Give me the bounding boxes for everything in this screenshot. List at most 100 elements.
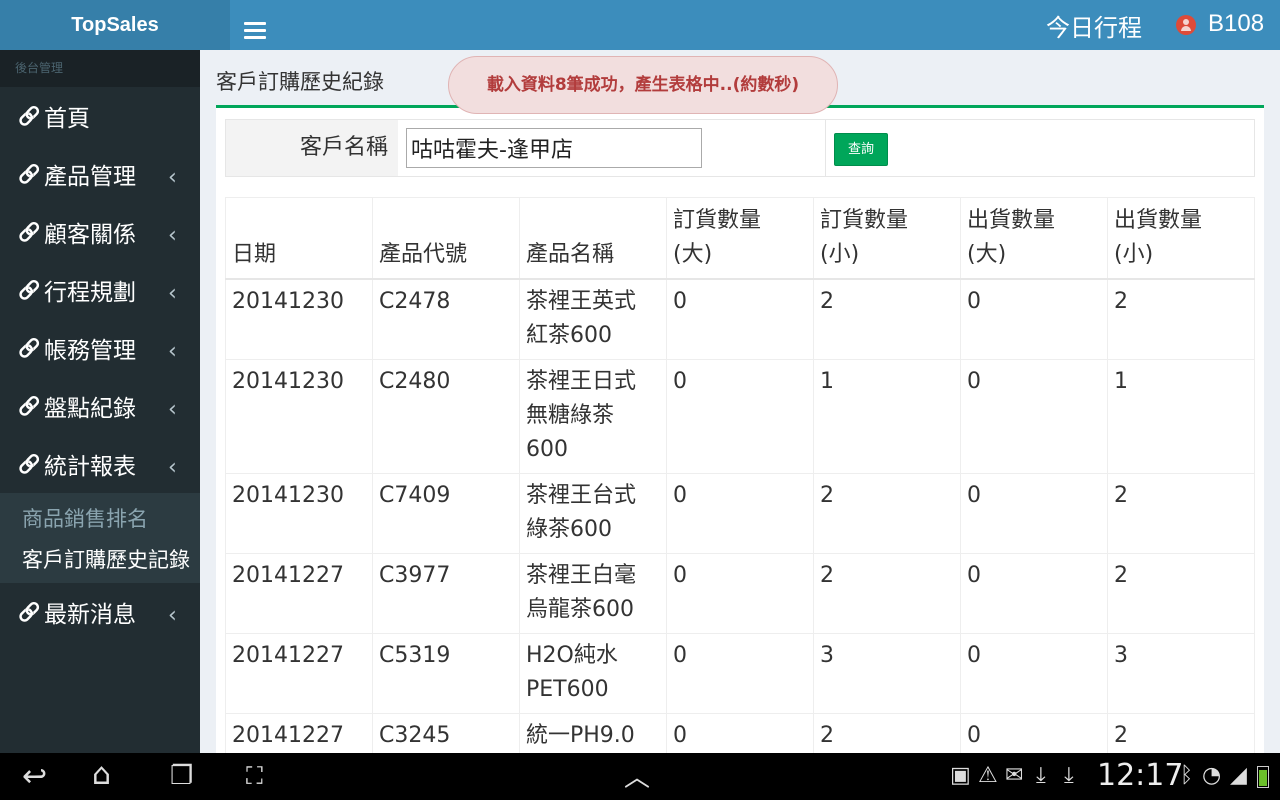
product-name-line: 無糖綠茶 [526,403,615,428]
date-cell: 20141230 [225,473,373,554]
ship-qty-small-cell: 2 [1107,553,1255,634]
sidebar-item-4[interactable]: 🔗 帳務管理 ‹ [0,319,200,377]
back-icon[interactable]: ↩ [22,759,47,794]
warning-icon: ⚠ [978,763,998,788]
product-name-line: 茶裡王英式 [526,289,637,314]
table-row[interactable]: 20141230 C7409 茶裡王台式 綠茶600 0 2 0 2 [225,473,1255,554]
chevron-left-icon: ‹ [168,165,177,190]
chevron-left-icon: ‹ [168,339,177,364]
sidebar-item-label: 統計報表 [44,454,136,480]
product-name-line: 統一PH9.0 [526,723,635,748]
product-code-cell: C2480 [372,359,520,474]
screenshot-icon[interactable]: ⛶ [246,762,263,790]
product-name-line: 烏龍茶600 [526,597,634,622]
report-submenu: 商品銷售排名 客戶訂購歷史記錄 [0,493,200,583]
column-header-line: (大) [673,242,713,267]
sidebar-item-label: 產品管理 [44,164,136,190]
column-header: 產品名稱 [519,197,667,280]
bluetooth-icon: ᛒ [1180,763,1194,788]
table-row[interactable]: 20141227 C3977 茶裡王白毫 烏龍茶600 0 2 0 2 [225,553,1255,634]
today-schedule-link[interactable]: 今日行程 [1046,8,1142,43]
clock: 12:17 [1097,758,1184,793]
submenu-item-0[interactable]: 商品銷售排名 [0,499,200,540]
customer-name-cell [398,120,826,176]
top-bar: TopSales 今日行程 B108 [0,0,1280,50]
product-name-cell: 茶裡王台式綠茶600 [519,473,667,554]
product-name-line: 綠茶600 [526,517,612,542]
column-header-line: 產品代號 [379,242,468,267]
link-icon: 🔗 [18,163,41,185]
ship-qty-small-cell: 2 [1107,473,1255,554]
wifi-icon: ◔ [1202,763,1222,788]
query-button[interactable]: 查詢 [834,133,888,166]
chevron-left-icon: ‹ [168,397,177,422]
table-row[interactable]: 20141230 C2480 茶裡王日式 無糖綠茶 600 0 1 0 1 [225,359,1255,474]
chevron-left-icon: ‹ [168,223,177,248]
column-header: 訂貨數量 (大) [666,197,814,280]
submenu-item-1[interactable]: 客戶訂購歷史記錄 [0,540,200,581]
product-name-cell: 茶裡王英式紅茶600 [519,278,667,360]
order-qty-small-cell: 2 [813,278,961,360]
order-qty-large-cell: 0 [666,278,814,360]
column-header-line: (小) [1114,242,1154,267]
product-name-line: H2O純水 [526,643,618,668]
ship-qty-large-cell: 0 [960,633,1108,714]
column-header-line: (大) [967,242,1007,267]
product-name-line: 紅茶600 [526,323,612,348]
customer-name-input[interactable] [406,128,702,168]
column-header-line: 出貨數量 [1114,208,1203,233]
order-qty-small-cell: 2 [813,473,961,554]
search-form: 客戶名稱 查詢 [225,119,1255,177]
table-row[interactable]: 20141227 C5319 H2O純水 PET600 0 3 0 3 [225,633,1255,714]
sidebar-item-label: 帳務管理 [44,338,136,364]
order-qty-small-cell: 3 [813,633,961,714]
sidebar-item-1[interactable]: 🔗 產品管理 ‹ [0,145,200,203]
link-icon: 🔗 [18,395,41,417]
date-cell: 20141227 [225,553,373,634]
link-icon: 🔗 [18,279,41,301]
page-title: 客戶訂購歷史紀錄 [216,70,384,94]
date-cell: 20141227 [225,633,373,714]
column-header-line: (小) [820,242,860,267]
loading-toast: 載入資料8筆成功，產生表格中..(約數秒) [448,56,838,114]
column-header-line: 日期 [232,242,277,267]
sidebar-item-0[interactable]: 🔗 首頁 [0,87,200,145]
app-brand[interactable]: TopSales [0,0,230,50]
user-name[interactable]: B108 [1208,10,1264,38]
mail-icon: ✉ [1005,763,1024,788]
chevron-up-icon[interactable]: ︿ [624,757,650,794]
column-header: 日期 [225,197,373,280]
column-header-line: 訂貨數量 [673,208,762,233]
product-code-cell: C3977 [372,553,520,634]
download-icon-2: ⤓ [1064,763,1074,788]
product-name-line: 茶裡王日式 [526,369,637,394]
product-name-line: 茶裡王白毫 [526,563,637,588]
sidebar-item-label: 行程規劃 [44,280,136,306]
sidebar-item-2[interactable]: 🔗 顧客關係 ‹ [0,203,200,261]
user-avatar-icon[interactable] [1176,15,1196,35]
product-code-cell: C2478 [372,278,520,360]
column-header: 產品代號 [372,197,520,280]
sidebar-item-6[interactable]: 🔗 統計報表 ‹ [0,435,200,493]
table-header-row: 日期 產品代號 產品名稱 訂貨數量 (大) 訂貨數量 (小) 出貨數量 (大) 出貨數量 (小) [225,197,1255,280]
menu-toggle-icon[interactable] [244,22,266,40]
home-icon[interactable]: ⌂ [92,757,111,792]
sidebar-item-label: 首頁 [44,106,90,132]
order-qty-small-cell: 2 [813,553,961,634]
customer-name-label: 客戶名稱 [226,120,398,176]
sidebar: 後台管理 🔗 首頁 🔗 產品管理 ‹ 🔗 顧客關係 ‹ 🔗 行程規劃 ‹ 🔗 帳務管理 ‹ 🔗 盤點紀錄 ‹ 🔗 統… [0,50,200,753]
sidebar-item-news[interactable]: 🔗 最新消息 ‹ [0,583,200,641]
sidebar-item-3[interactable]: 🔗 行程規劃 ‹ [0,261,200,319]
recent-apps-icon[interactable]: ❐ [170,761,193,791]
link-icon: 🔗 [18,221,41,243]
product-code-cell: C5319 [372,633,520,714]
product-name-line: PET600 [526,677,609,702]
order-qty-large-cell: 0 [666,553,814,634]
column-header-line: 出貨數量 [967,208,1056,233]
product-name-line: 茶裡王台式 [526,483,637,508]
ship-qty-small-cell: 2 [1107,278,1255,360]
table-row[interactable]: 20141230 C2478 茶裡王英式 紅茶600 0 2 0 2 [225,278,1255,360]
image-icon: ▣ [950,763,971,788]
sidebar-item-5[interactable]: 🔗 盤點紀錄 ‹ [0,377,200,435]
query-cell: 查詢 [826,120,1254,176]
